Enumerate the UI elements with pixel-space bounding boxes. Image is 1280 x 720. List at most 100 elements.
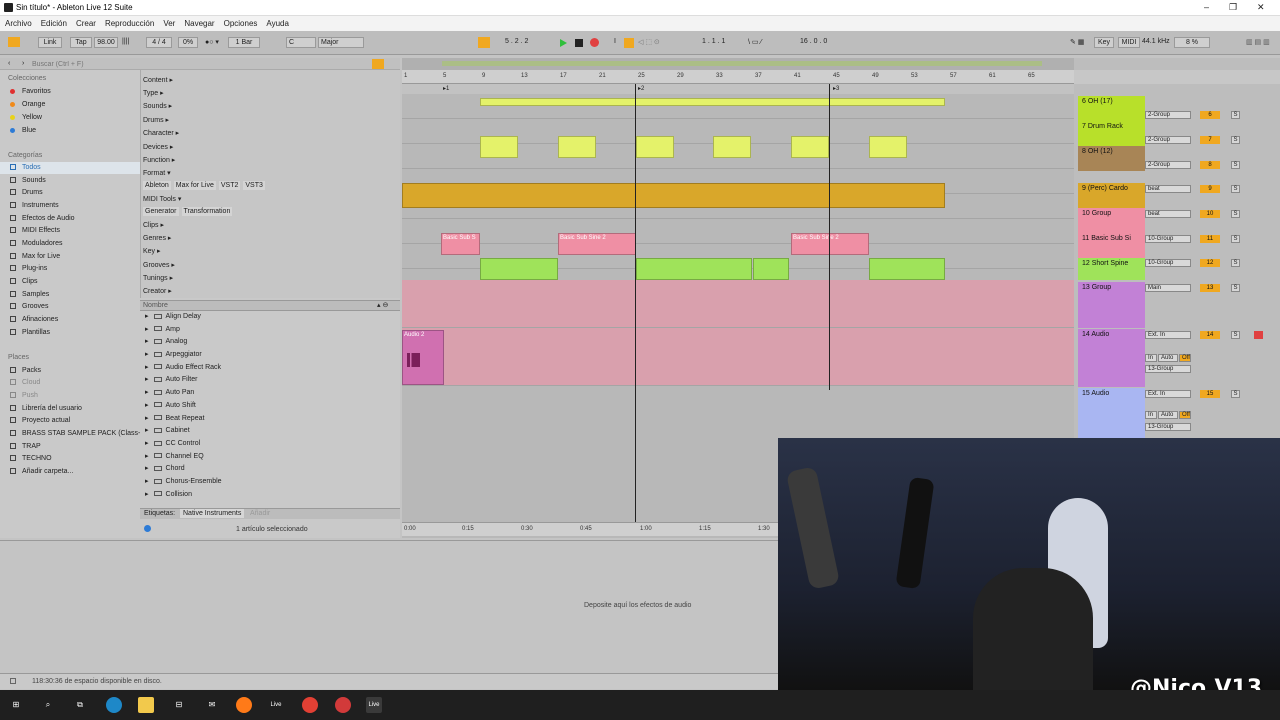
- category-max-for-live[interactable]: Max for Live: [10, 253, 60, 260]
- menu-reproduccion[interactable]: Reproducción: [105, 19, 154, 28]
- ableton-taskbar-icon[interactable]: Live: [268, 697, 284, 713]
- track-activator[interactable]: 7: [1200, 136, 1220, 144]
- track-header-7[interactable]: 7 Drum Rack: [1078, 121, 1145, 146]
- filter-format[interactable]: Format ▾: [143, 169, 171, 177]
- category-modulators[interactable]: Moduladores: [10, 240, 62, 247]
- device-detail-view[interactable]: Deposite aquí los efectos de audio: [0, 540, 778, 672]
- list-item[interactable]: ▸ Align Delay: [142, 312, 398, 325]
- category-grooves[interactable]: Grooves: [10, 303, 48, 310]
- tap-button[interactable]: Tap: [70, 37, 92, 48]
- play-icon[interactable]: [560, 39, 567, 47]
- loop-start-field[interactable]: 1 . 1 . 1: [702, 38, 725, 45]
- list-item[interactable]: ▸ Analog: [142, 337, 398, 350]
- filter-drums[interactable]: Drums ▸: [143, 116, 169, 124]
- output-routing[interactable]: 2-Group: [1145, 111, 1191, 119]
- track-header-14[interactable]: 14 Audio: [1078, 329, 1145, 387]
- midi-clip[interactable]: [753, 258, 789, 280]
- tag-generator[interactable]: Generator: [143, 207, 179, 216]
- mail-icon[interactable]: ✉: [204, 697, 220, 713]
- track-header-8[interactable]: 8 OH (12): [1078, 146, 1145, 171]
- list-item[interactable]: ▸ Arpeggiator: [142, 350, 398, 363]
- filter-key[interactable]: Key ▸: [143, 247, 161, 255]
- input-type[interactable]: Ext. In: [1145, 331, 1191, 339]
- record-icon[interactable]: [590, 38, 599, 47]
- solo-button[interactable]: S: [1231, 390, 1240, 398]
- filter-devices[interactable]: Devices ▸: [143, 143, 173, 151]
- list-item[interactable]: ▸ Auto Pan: [142, 388, 398, 401]
- task-view-icon[interactable]: ⧉: [72, 697, 88, 713]
- add-tag-button[interactable]: Añadir: [250, 510, 270, 517]
- midi-clip-basic-sub[interactable]: Basic Sub S: [441, 233, 480, 255]
- collection-favoritos[interactable]: Favoritos: [10, 88, 51, 95]
- midi-clip-basic-sub-sine[interactable]: Basic Sub Sine 2: [791, 233, 869, 255]
- overdub-icon[interactable]: I: [614, 38, 616, 45]
- output-routing[interactable]: 2-Group: [1145, 161, 1191, 169]
- track-header-13[interactable]: 13 Group: [1078, 282, 1145, 328]
- midi-clip[interactable]: [869, 136, 907, 158]
- close-button[interactable]: ✕: [1257, 2, 1265, 13]
- obs-icon[interactable]: [335, 697, 351, 713]
- tag-max-for-live[interactable]: Max for Live: [173, 181, 216, 190]
- midi-clip[interactable]: [558, 136, 596, 158]
- category-samples[interactable]: Samples: [10, 291, 49, 298]
- key-select[interactable]: C: [286, 37, 316, 48]
- group-lane-13[interactable]: [402, 280, 1074, 328]
- tag-ableton[interactable]: Ableton: [143, 181, 171, 190]
- tag-vst3[interactable]: VST3: [243, 181, 265, 190]
- menu-crear[interactable]: Crear: [76, 19, 96, 28]
- collection-yellow[interactable]: Yellow: [10, 114, 42, 121]
- output-routing[interactable]: 13-Group: [1145, 423, 1191, 431]
- list-item[interactable]: ▸ Chord: [142, 464, 398, 477]
- monitor-off[interactable]: Off: [1179, 354, 1191, 362]
- track-header-10[interactable]: 10 Group: [1078, 208, 1145, 233]
- locator-marker[interactable]: ▸3: [833, 85, 839, 92]
- name-column-header[interactable]: Nombre: [143, 302, 168, 309]
- track-activator[interactable]: 10: [1200, 210, 1220, 218]
- category-clips[interactable]: Clips: [10, 278, 38, 285]
- category-midi-effects[interactable]: MIDI Effects: [10, 227, 60, 234]
- capture-icon[interactable]: ◁ ⬚ ⊙: [638, 38, 660, 46]
- list-item[interactable]: ▸ Audio Effect Rack: [142, 363, 398, 376]
- monitor-in[interactable]: In: [1145, 411, 1157, 419]
- list-item[interactable]: ▸ CC Control: [142, 439, 398, 452]
- category-audio-effects[interactable]: Efectos de Audio: [10, 215, 75, 222]
- track-activator[interactable]: 9: [1200, 185, 1220, 193]
- automation-arm-icon[interactable]: [624, 38, 634, 48]
- output-routing[interactable]: 10-Group: [1145, 259, 1191, 267]
- list-item[interactable]: ▸ Auto Filter: [142, 375, 398, 388]
- midi-map-button[interactable]: MIDI: [1118, 37, 1140, 48]
- info-icon[interactable]: [144, 525, 151, 532]
- midi-clip[interactable]: [480, 98, 945, 106]
- solo-button[interactable]: S: [1231, 136, 1240, 144]
- filter-midi-tools[interactable]: MIDI Tools ▾: [143, 195, 181, 203]
- chrome-icon[interactable]: [302, 697, 318, 713]
- minimize-button[interactable]: –: [1204, 2, 1209, 12]
- track-header-6[interactable]: 6 OH (17): [1078, 96, 1145, 121]
- list-item[interactable]: ▸ Collision: [142, 490, 398, 503]
- midi-clip[interactable]: [713, 136, 751, 158]
- output-routing[interactable]: 10-Group: [1145, 235, 1191, 243]
- key-map-button[interactable]: Key: [1094, 37, 1114, 48]
- midi-clip[interactable]: [791, 136, 829, 158]
- place-cloud[interactable]: Cloud: [10, 379, 40, 386]
- output-routing[interactable]: beat: [1145, 210, 1191, 218]
- collection-orange[interactable]: Orange: [10, 101, 45, 108]
- filter-genres[interactable]: Genres ▸: [143, 234, 171, 242]
- song-position-field[interactable]: 5 . 2 . 2: [505, 38, 528, 45]
- filter-view-icon[interactable]: [372, 59, 384, 69]
- filter-character[interactable]: Character ▸: [143, 129, 179, 137]
- locator-marker[interactable]: ▸2: [638, 85, 644, 92]
- arm-icon[interactable]: [1254, 331, 1263, 339]
- link-button[interactable]: Link: [38, 37, 62, 48]
- place-packs[interactable]: Packs: [10, 367, 41, 374]
- filter-grooves[interactable]: Grooves ▸: [143, 261, 175, 269]
- browser-toggle-icon[interactable]: [8, 37, 20, 47]
- category-plugins[interactable]: Plug-ins: [10, 265, 47, 272]
- tempo-field[interactable]: 98.00: [94, 37, 118, 48]
- maximize-button[interactable]: ❐: [1229, 2, 1237, 13]
- time-signature-field[interactable]: 4 / 4: [146, 37, 172, 48]
- output-routing[interactable]: 2-Group: [1145, 136, 1191, 144]
- filter-tunings[interactable]: Tunings ▸: [143, 274, 173, 282]
- search-input[interactable]: [32, 59, 362, 69]
- filter-function[interactable]: Function ▸: [143, 156, 175, 164]
